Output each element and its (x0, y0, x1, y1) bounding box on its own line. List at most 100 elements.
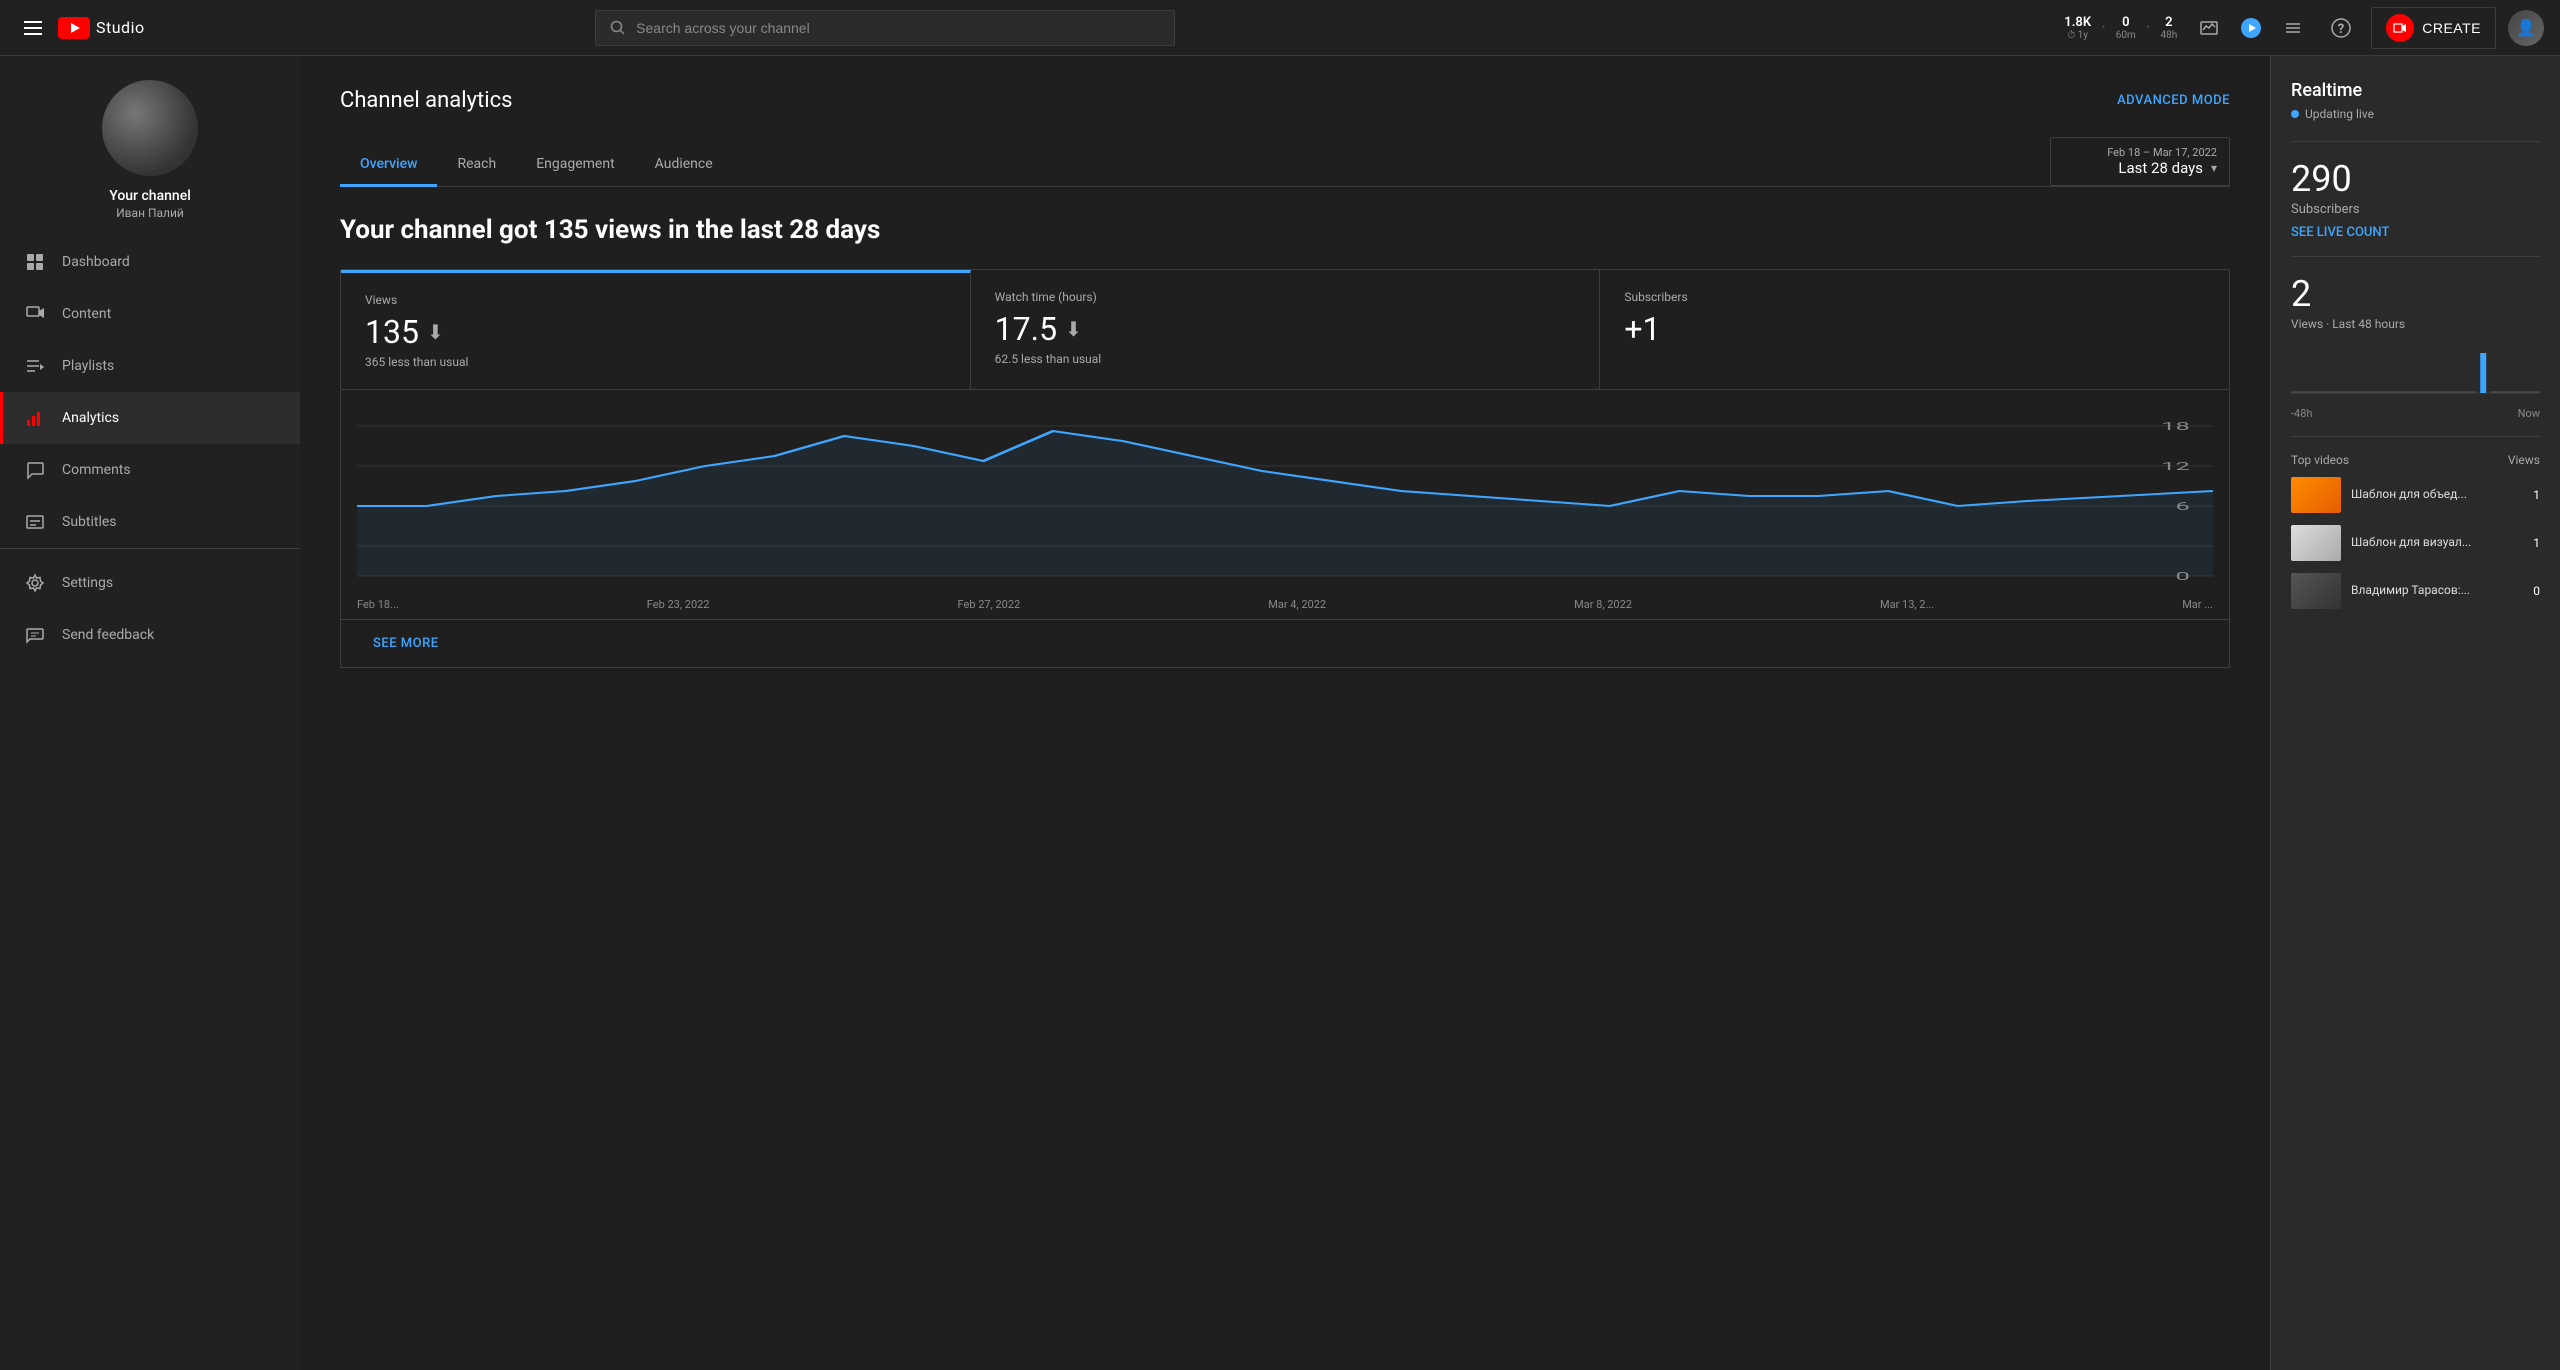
chart-svg-wrap: 18 12 6 0 (341, 406, 2229, 590)
page-title: Channel analytics (340, 88, 512, 113)
top-video-title-1: Шаблон для визуал... (2351, 535, 2514, 551)
sidebar: Your channel Иван Палий Dashboard Conten… (0, 56, 300, 1370)
help-icon: ? (2331, 18, 2351, 38)
sidebar-item-comments-label: Comments (62, 462, 131, 478)
advanced-mode-link[interactable]: ADVANCED MODE (2117, 93, 2230, 108)
top-video-views-2: 0 (2524, 584, 2540, 598)
watchtime-change: 62.5 less than usual (995, 352, 1576, 366)
views-label: Views (365, 293, 946, 307)
rt-subscribers-label: Subscribers (2291, 202, 2540, 217)
studio-label: Studio (96, 18, 145, 37)
views-arrow-icon: ⬇ (427, 320, 444, 344)
sidebar-item-dashboard-label: Dashboard (62, 254, 130, 270)
top-video-thumb-1 (2291, 525, 2341, 561)
stat-card-watchtime: Watch time (hours) 17.5 ⬇ 62.5 less than… (971, 270, 1601, 389)
sidebar-item-playlists-label: Playlists (62, 358, 114, 374)
search-icon (610, 20, 626, 36)
subscribers-label: Subscribers (1624, 290, 2205, 304)
tab-reach[interactable]: Reach (437, 144, 516, 187)
svg-text:?: ? (2338, 22, 2344, 37)
sidebar-item-send-feedback[interactable]: Send feedback (0, 609, 300, 661)
analytics-chart: 18 12 6 0 (357, 406, 2213, 586)
stat-sep-2: · (2146, 17, 2151, 38)
sidebar-item-analytics[interactable]: Analytics (0, 392, 300, 444)
live-indicator: Updating live (2291, 107, 2540, 121)
topbar-right: 1.8K ⏱ 1y · 0 60m · 2 48h (2064, 7, 2544, 49)
views-change: 365 less than usual (365, 355, 946, 369)
page-header: Channel analytics ADVANCED MODE (340, 88, 2230, 113)
stats-bar: 1.8K ⏱ 1y · 0 60m · 2 48h (2064, 10, 2311, 46)
watchtime-value: 17.5 ⬇ (995, 310, 1576, 348)
rt-views-label: Views · Last 48 hours (2291, 317, 2540, 331)
live-dot (2291, 110, 2299, 118)
date-range-selector[interactable]: Feb 18 – Mar 17, 2022 Last 28 days ▾ (2050, 137, 2230, 186)
sidebar-nav: Dashboard Content Playlists (0, 236, 300, 1350)
tab-engagement[interactable]: Engagement (516, 144, 634, 187)
create-button[interactable]: CREATE (2371, 7, 2496, 49)
search-bar[interactable] (595, 10, 1175, 46)
see-more-link[interactable]: SEE MORE (357, 620, 455, 667)
sidebar-item-feedback-label: Send feedback (62, 627, 154, 643)
chart-date-6: Mar ... (2182, 598, 2213, 611)
stat-1y: 1.8K ⏱ 1y (2064, 15, 2091, 41)
chart-date-3: Mar 4, 2022 (1268, 598, 1326, 611)
analytics-icon (24, 407, 46, 429)
chart-container: 18 12 6 0 Feb 18... Feb 23, 2022 Feb 27,… (340, 390, 2230, 668)
chart-date-1: Feb 23, 2022 (647, 598, 710, 611)
channel-name: Your channel (109, 188, 191, 204)
content-icon (24, 303, 46, 325)
chart-date-4: Mar 8, 2022 (1574, 598, 1632, 611)
top-video-views-1: 1 (2524, 536, 2540, 550)
rt-divider-3 (2291, 436, 2540, 437)
sidebar-item-subtitles[interactable]: Subtitles (0, 496, 300, 548)
top-video-item-1[interactable]: Шаблон для визуал... 1 (2291, 525, 2540, 561)
rt-views-count: 2 (2291, 273, 2540, 315)
top-videos-label: Top videos (2291, 453, 2349, 467)
menu-icon[interactable] (16, 13, 50, 43)
dashboard-icon (24, 251, 46, 273)
views-value: 135 ⬇ (365, 313, 946, 351)
realtime-title: Realtime (2291, 80, 2540, 101)
yt-logo[interactable]: Studio (58, 17, 145, 39)
stat-sep-1: · (2101, 17, 2106, 38)
chart-date-5: Mar 13, 2... (1880, 598, 1934, 611)
summary-title: Your channel got 135 views in the last 2… (340, 215, 2230, 245)
play-icon-btn[interactable] (2233, 10, 2269, 46)
top-video-item-2[interactable]: Владимир Тарасов:... 0 (2291, 573, 2540, 609)
chevron-down-icon: ▾ (2211, 161, 2217, 175)
more-options-icon[interactable] (2275, 10, 2311, 46)
chart-left-label: -48h (2291, 407, 2312, 420)
sidebar-bottom: Settings Send feedback (0, 548, 300, 661)
date-range-label: Feb 18 – Mar 17, 2022 (2107, 146, 2217, 159)
help-icon-btn[interactable]: ? (2323, 10, 2359, 46)
top-video-thumb-2 (2291, 573, 2341, 609)
tab-overview[interactable]: Overview (340, 144, 437, 187)
user-avatar[interactable]: 👤 (2508, 10, 2544, 46)
channel-avatar[interactable] (102, 80, 198, 176)
search-input[interactable] (636, 20, 1160, 36)
playlists-icon (24, 355, 46, 377)
subtitles-icon (24, 511, 46, 533)
sidebar-item-comments[interactable]: Comments (0, 444, 300, 496)
sidebar-item-dashboard[interactable]: Dashboard (0, 236, 300, 288)
see-live-link[interactable]: SEE LIVE COUNT (2291, 225, 2540, 240)
sidebar-item-settings[interactable]: Settings (0, 557, 300, 609)
analytics-tabs: Overview Reach Engagement Audience (340, 144, 2050, 186)
realtime-mini-chart (2291, 343, 2540, 403)
avatar-image: 👤 (2508, 10, 2544, 46)
mini-chart-svg (2291, 343, 2540, 403)
live-icon-btn[interactable] (2191, 10, 2227, 46)
menu-dots-icon (2283, 18, 2303, 38)
top-video-item-0[interactable]: Шаблон для объед... 1 (2291, 477, 2540, 513)
channel-avatar-img (102, 80, 198, 176)
tab-audience[interactable]: Audience (635, 144, 733, 187)
stats-cards: Views 135 ⬇ 365 less than usual Watch ti… (340, 269, 2230, 390)
channel-subname: Иван Палий (116, 206, 184, 220)
views-col-label: Views (2508, 453, 2540, 467)
create-camera-icon (2386, 14, 2414, 42)
watchtime-label: Watch time (hours) (995, 290, 1576, 304)
subscribers-value: +1 (1624, 310, 2205, 348)
stat-card-subscribers: Subscribers +1 (1600, 270, 2229, 389)
sidebar-item-content[interactable]: Content (0, 288, 300, 340)
sidebar-item-playlists[interactable]: Playlists (0, 340, 300, 392)
